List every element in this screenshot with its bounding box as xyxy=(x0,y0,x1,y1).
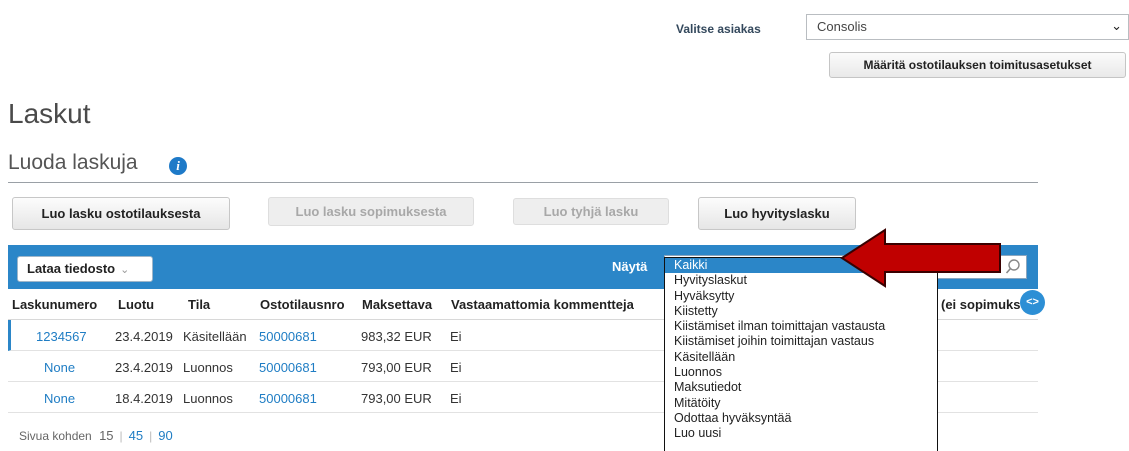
chevron-down-icon: ⌄ xyxy=(120,264,130,276)
annotation-arrow-icon xyxy=(840,228,1001,288)
customer-label: Valitse asiakas xyxy=(676,22,761,36)
page-size-option[interactable]: 90 xyxy=(158,428,172,443)
section-title: Luoda laskuja xyxy=(8,151,138,174)
po-settings-button[interactable]: Määritä ostotilauksen toimitusasetukset xyxy=(829,52,1126,78)
filter-option[interactable]: Luonnos xyxy=(665,365,937,380)
section-divider xyxy=(8,182,1038,183)
page-size-selector: Sivua kohden 15 | 45 | 90 xyxy=(19,428,173,443)
unanswered-comments: Ei xyxy=(450,329,462,344)
amount-due: 793,00 EUR xyxy=(361,360,432,375)
filter-option[interactable]: Odottaa hyväksyntää xyxy=(665,411,937,426)
create-from-po-button[interactable]: Luo lasku ostotilauksesta xyxy=(12,197,230,230)
code-toggle-icon[interactable]: <> xyxy=(1020,290,1045,315)
page-size-option[interactable]: 45 xyxy=(129,428,143,443)
separator: | xyxy=(119,429,123,443)
show-filter-label: Näytä xyxy=(612,259,648,274)
created-date: 23.4.2019 xyxy=(115,360,173,375)
unanswered-comments: Ei xyxy=(450,391,462,406)
column-header-invoice[interactable]: Laskunumero xyxy=(12,297,97,312)
filter-option[interactable]: Kiistetty xyxy=(665,304,937,319)
filter-option[interactable]: Käsitellään xyxy=(665,350,937,365)
create-blank-invoice-button[interactable]: Luo tyhjä lasku xyxy=(513,198,669,225)
filter-option[interactable]: Maksutiedot xyxy=(665,380,937,395)
po-number-link[interactable]: 50000681 xyxy=(259,329,317,344)
filter-option[interactable]: Kiistämiset ilman toimittajan vastausta xyxy=(665,319,937,334)
customer-select[interactable]: Consolis ⌄ xyxy=(806,14,1129,40)
page-title: Laskut xyxy=(8,98,91,129)
status-text: Luonnos xyxy=(183,391,233,406)
status-text: Luonnos xyxy=(183,360,233,375)
column-header-status[interactable]: Tila xyxy=(188,297,210,312)
invoice-number-link[interactable]: None xyxy=(44,391,75,406)
filter-option[interactable]: Hyväksytty xyxy=(665,289,937,304)
chevron-down-icon: ⌄ xyxy=(1111,18,1122,33)
page-size-option[interactable]: 15 xyxy=(99,428,113,443)
page-size-label: Sivua kohden xyxy=(19,429,92,443)
separator: | xyxy=(149,429,153,443)
column-header-contract[interactable]: (ei sopimuks xyxy=(941,297,1021,312)
filter-option[interactable]: Kiistämiset joihin toimittajan vastaus xyxy=(665,334,937,349)
customer-select-value: Consolis xyxy=(817,19,867,34)
invoice-number-link[interactable]: 1234567 xyxy=(36,329,87,344)
column-header-amount[interactable]: Maksettava xyxy=(362,297,432,312)
amount-due: 983,32 EUR xyxy=(361,329,432,344)
filter-option[interactable]: Luo uusi xyxy=(665,426,937,441)
create-from-contract-button[interactable]: Luo lasku sopimuksesta xyxy=(268,197,474,226)
status-text: Käsitellään xyxy=(183,329,247,344)
column-header-created[interactable]: Luotu xyxy=(118,297,154,312)
unanswered-comments: Ei xyxy=(450,360,462,375)
created-date: 18.4.2019 xyxy=(115,391,173,406)
info-icon[interactable]: i xyxy=(169,157,187,175)
column-header-comments[interactable]: Vastaamattomia kommentteja xyxy=(451,297,634,312)
search-icon[interactable] xyxy=(1004,258,1022,276)
column-header-po[interactable]: Ostotilausnro xyxy=(260,297,345,312)
create-credit-note-button[interactable]: Luo hyvityslasku xyxy=(698,197,856,230)
upload-file-label: Lataa tiedosto xyxy=(27,261,116,276)
invoice-number-link[interactable]: None xyxy=(44,360,75,375)
po-number-link[interactable]: 50000681 xyxy=(259,391,317,406)
filter-option[interactable]: Mitätöity xyxy=(665,396,937,411)
amount-due: 793,00 EUR xyxy=(361,391,432,406)
upload-file-button[interactable]: Lataa tiedosto ⌄ xyxy=(17,256,153,282)
po-number-link[interactable]: 50000681 xyxy=(259,360,317,375)
created-date: 23.4.2019 xyxy=(115,329,173,344)
